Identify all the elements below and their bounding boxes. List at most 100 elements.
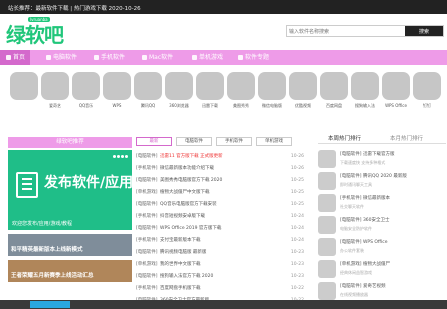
list-item-date: 10-23 xyxy=(290,262,304,267)
list-item-category: [电脑软件] xyxy=(136,250,158,255)
list-item-category: [电脑软件] xyxy=(136,202,158,207)
tab-latest-1[interactable]: 电脑软件 xyxy=(176,137,212,146)
nav-item-4[interactable]: 单机游戏 xyxy=(186,50,228,65)
nav-item-1[interactable]: 电脑软件 xyxy=(40,50,84,65)
rank-item[interactable]: [电脑软件] 迅雷下载官方版 下载速度快 支持多种格式 xyxy=(318,148,446,170)
logo-text: 绿软吧 xyxy=(6,23,64,47)
rank-title[interactable]: [电脑软件] 迅雷下载官方版 xyxy=(340,151,444,157)
list-item[interactable]: [手机软件] 百度网盘手机版下载 10-22 xyxy=(136,283,306,295)
list-item-title[interactable]: 百度网盘手机版下载 xyxy=(160,283,280,295)
list-item-date: 10-24 xyxy=(290,238,304,243)
list-item-title[interactable]: 搜狗输入法官方下载 2020 xyxy=(160,271,280,283)
app-label: 迅雷下载 xyxy=(202,103,218,108)
nav-item-2[interactable]: 手机软件 xyxy=(88,50,132,65)
rank-desc: 电脑安全防护软件 xyxy=(340,226,372,231)
news-image-1[interactable]: 和平精英最新版本上线新模式 xyxy=(8,234,132,256)
app-icon xyxy=(72,72,100,100)
list-item-title[interactable]: 微信最新版本功能介绍下载 xyxy=(160,163,280,175)
nav-item-icon xyxy=(142,55,147,60)
list-item[interactable]: [电脑软件] 迅雷11 官方版下载 正式版更新 10-26 xyxy=(136,151,306,163)
rank-title[interactable]: [电脑软件] 爱奇艺视频 xyxy=(340,283,444,289)
nav-item-label: 电脑软件 xyxy=(53,54,78,61)
rank-title[interactable]: [电脑软件] 360安全卫士 xyxy=(340,217,444,223)
nav-item-5[interactable]: 软件专题 xyxy=(232,50,278,65)
app-tile[interactable]: 搜狗输入法 xyxy=(349,72,381,120)
slide-dots[interactable] xyxy=(112,153,128,160)
logo-tag: lvruanba xyxy=(28,17,50,22)
promo-slide[interactable]: 发布软件/应用 欢迎您发布/应用/游戏/教程 xyxy=(8,150,133,230)
main-nav: 首页 电脑软件 手机软件 Mac软件 单机游戏 软件专题 xyxy=(0,50,447,65)
app-tile[interactable]: WPS Office xyxy=(380,72,412,120)
tab-latest-0[interactable]: 最新 xyxy=(136,137,172,146)
rank-item[interactable]: [电脑软件] 360安全卫士 电脑安全防护软件 xyxy=(318,214,446,236)
list-item[interactable]: [单机游戏] 植物大战僵尸中文版下载 10-25 xyxy=(136,187,306,199)
list-item-category: [电脑软件] xyxy=(136,154,158,159)
latest-tabs: 最新 电脑软件 手机软件 单机游戏 xyxy=(136,137,306,148)
tab-latest-3[interactable]: 单机游戏 xyxy=(256,137,292,146)
top-bar: 站长推荐：最新软件下载 | 热门游戏下载 2020-10-26 xyxy=(0,0,447,14)
rank-title[interactable]: [手机软件] 微信最新版本 xyxy=(340,195,444,201)
tab-week-rank[interactable]: 本周热门排行 xyxy=(328,134,361,142)
app-tile[interactable]: 360浏览器 xyxy=(163,72,195,120)
app-tile[interactable] xyxy=(8,72,40,120)
rank-item[interactable]: [电脑软件] 爱奇艺视频 在线视频播放器 xyxy=(318,280,446,302)
app-label: WPS Office xyxy=(385,103,407,108)
app-tile[interactable]: 微信电脑版 xyxy=(256,72,288,120)
list-item[interactable]: [电脑软件] 搜狗输入法官方下载 2020 10-23 xyxy=(136,271,306,283)
app-tile[interactable]: 爱奇艺 xyxy=(39,72,71,120)
rank-item[interactable]: [手机软件] 微信最新版本 社交聊天软件 xyxy=(318,192,446,214)
news-image-2[interactable]: 王者荣耀五月新赛季上线活动汇总 xyxy=(8,260,132,282)
rank-item[interactable]: [单机游戏] 植物大战僵尸 经典休闲益智游戏 xyxy=(318,258,446,280)
tab-latest-2[interactable]: 手机软件 xyxy=(216,137,252,146)
app-tile[interactable]: 美图秀秀 xyxy=(225,72,257,120)
app-tile[interactable]: QQ音乐 xyxy=(70,72,102,120)
list-item-date: 10-24 xyxy=(290,226,304,231)
list-item[interactable]: [手机软件] 抖音短视频安卓版下载 10-24 xyxy=(136,211,306,223)
rank-title[interactable]: [单机游戏] 植物大战僵尸 xyxy=(340,261,444,267)
ranking-column: 本周热门排行 本月热门排行 [电脑软件] 迅雷下载官方版 下载速度快 支持多种格式… xyxy=(318,132,446,308)
list-item-title[interactable]: 腾讯视频电脑版 最新版 xyxy=(160,247,280,259)
bottom-banner xyxy=(0,300,447,309)
app-label: 腾讯QQ xyxy=(140,103,156,108)
rank-item[interactable]: [电脑软件] WPS Office 办公软件套装 xyxy=(318,236,446,258)
list-item[interactable]: [手机软件] 微信最新版本功能介绍下载 10-26 xyxy=(136,163,306,175)
rank-thumbnail xyxy=(318,194,336,212)
app-tile[interactable]: 优酷视频 xyxy=(287,72,319,120)
rank-title[interactable]: [电脑软件] WPS Office xyxy=(340,239,444,245)
nav-item-label: 单机游戏 xyxy=(199,54,224,61)
app-icon xyxy=(258,72,286,100)
app-icon xyxy=(41,72,69,100)
rank-thumbnail xyxy=(318,172,336,190)
list-item[interactable]: [电脑软件] QQ音乐电脑版官方下载安装 10-25 xyxy=(136,199,306,211)
list-item-title[interactable]: 我的世界中文版下载 xyxy=(160,259,280,271)
list-item[interactable]: [电脑软件] WPS Office 2019 官方版下载 10-24 xyxy=(136,223,306,235)
list-item-title[interactable]: 植物大战僵尸中文版下载 xyxy=(160,187,280,199)
list-item[interactable]: [电脑软件] 美图秀秀电脑版官方下载 2020 10-25 xyxy=(136,175,306,187)
rank-item[interactable]: [电脑软件] 腾讯QQ 2020 最新版 即时通讯聊天工具 xyxy=(318,170,446,192)
nav-item-label: 软件专题 xyxy=(245,54,270,61)
search-input[interactable] xyxy=(289,27,401,36)
app-tile[interactable]: 百度网盘 xyxy=(318,72,350,120)
app-tile[interactable]: 腾讯QQ xyxy=(132,72,164,120)
list-item-title[interactable]: QQ音乐电脑版官方下载安装 xyxy=(160,199,280,211)
app-tile[interactable]: 迅雷下载 xyxy=(194,72,226,120)
tab-month-rank[interactable]: 本月热门排行 xyxy=(390,134,423,142)
site-logo[interactable]: 绿软吧 lvruanba xyxy=(6,17,70,47)
list-item[interactable]: [电脑软件] 腾讯视频电脑版 最新版 10-23 xyxy=(136,247,306,259)
nav-item-0[interactable]: 首页 xyxy=(0,50,30,65)
document-icon xyxy=(16,172,38,198)
search-button[interactable]: 搜索 xyxy=(405,26,443,36)
list-item[interactable]: [单机游戏] 我的世界中文版下载 10-23 xyxy=(136,259,306,271)
rank-title[interactable]: [电脑软件] 腾讯QQ 2020 最新版 xyxy=(340,173,444,179)
list-item-title[interactable]: 迅雷11 官方版下载 正式版更新 xyxy=(160,151,280,163)
app-tile[interactable]: 钉钉 xyxy=(411,72,443,120)
list-item-title[interactable]: 抖音短视频安卓版下载 xyxy=(160,211,280,223)
nav-item-3[interactable]: Mac软件 xyxy=(136,50,182,65)
list-item-title[interactable]: WPS Office 2019 官方版下载 xyxy=(160,223,280,235)
rank-desc: 经典休闲益智游戏 xyxy=(340,270,372,275)
list-item-date: 10-23 xyxy=(290,274,304,279)
list-item-title[interactable]: 美图秀秀电脑版官方下载 2020 xyxy=(160,175,280,187)
app-tile[interactable]: WPS xyxy=(101,72,133,120)
list-item[interactable]: [手机软件] 支付宝最新版本下载 10-24 xyxy=(136,235,306,247)
list-item-title[interactable]: 支付宝最新版本下载 xyxy=(160,235,280,247)
